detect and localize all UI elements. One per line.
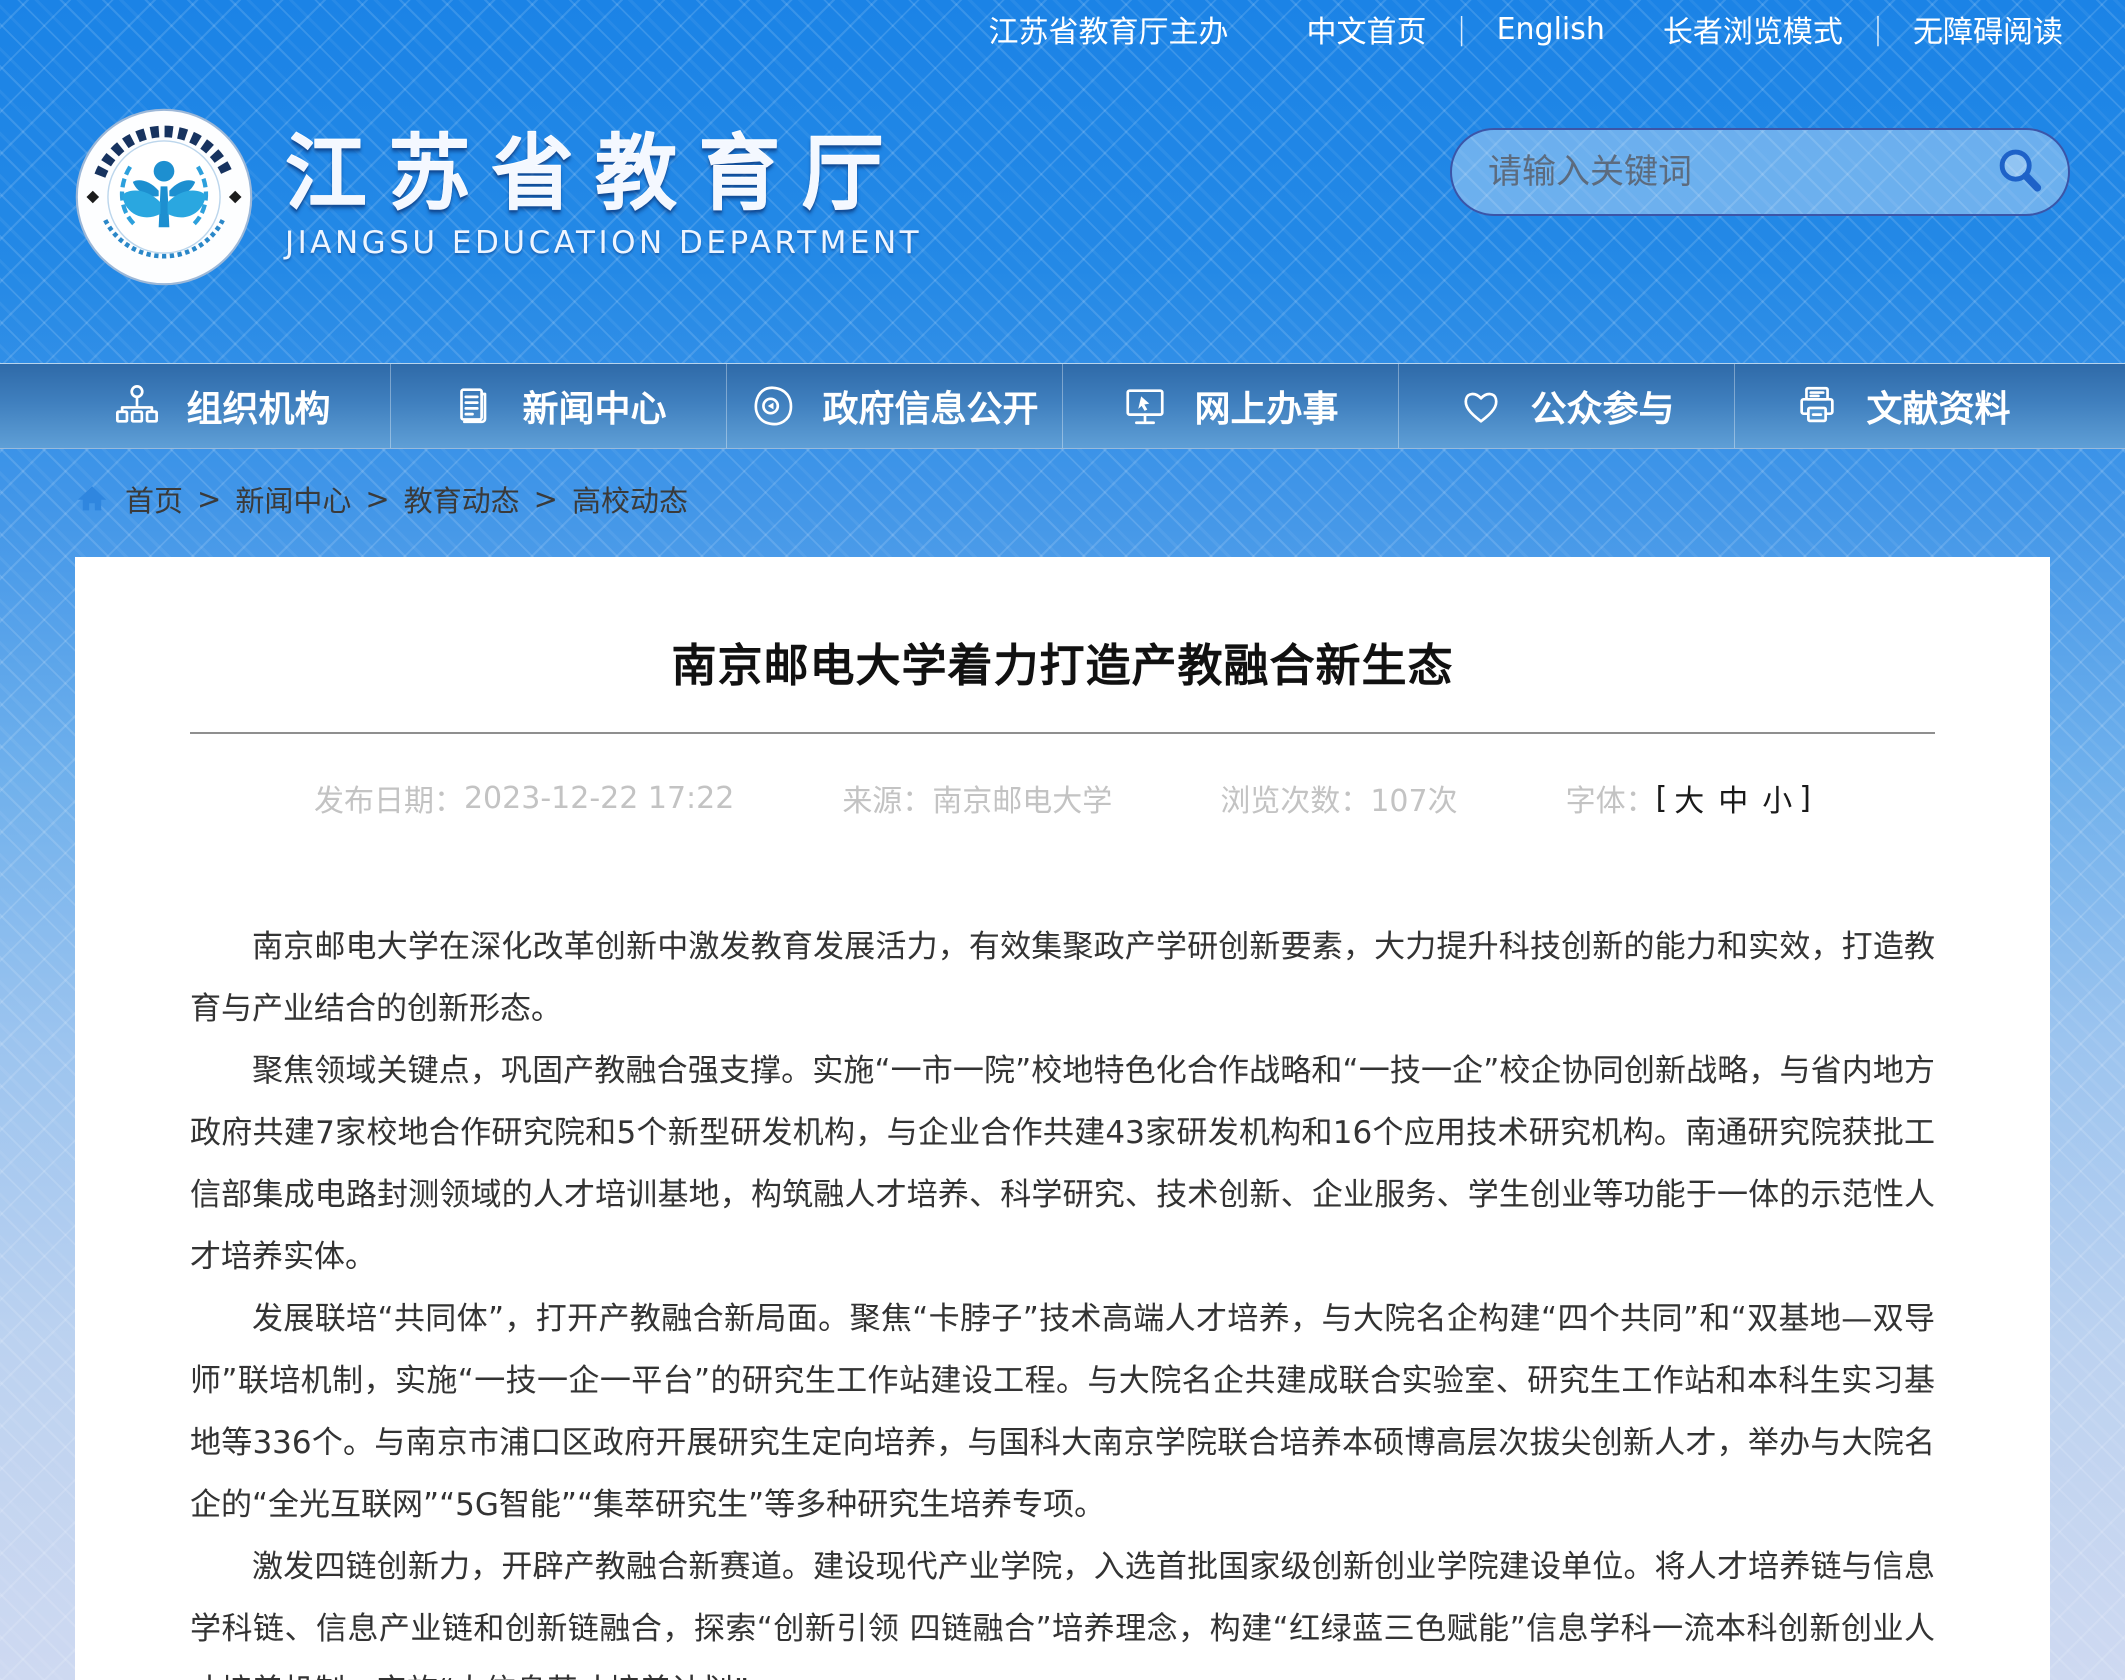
source-value: 南京邮电大学 [932, 776, 1112, 820]
nav-item-organization[interactable]: 组织机构 [55, 364, 391, 448]
breadcrumb-item-education-news[interactable]: 教育动态 [404, 478, 520, 520]
font-size-large-button[interactable]: 大 [1674, 776, 1704, 820]
publish-date-label: 发布日期： [314, 776, 464, 820]
article-paragraph: 聚焦领域关键点，巩固产教融合强支撑。实施“一市一院”校地特色化合作战略和“一技一… [190, 1040, 1935, 1288]
article-paragraph: 南京邮电大学在深化改革创新中激发教育发展活力，有效集聚政产学研创新要素，大力提升… [190, 916, 1935, 1040]
breadcrumb-item-university-news[interactable]: 高校动态 [572, 478, 688, 520]
top-utility-bar: 江苏省教育厅主办 中文首页 | English 长者浏览模式 | 无障碍阅读 [0, 0, 2125, 48]
brand-block: 江苏省教育厅 JIANGSU EDUCATION DEPARTMENT [285, 130, 922, 260]
article-paragraph: 激发四链创新力，开辟产教融合新赛道。建设现代产业学院，入选首批国家级创新创业学院… [190, 1536, 1935, 1680]
search-input[interactable] [1488, 152, 1992, 192]
search-icon [1994, 185, 2046, 200]
search-button[interactable] [1992, 144, 2048, 200]
news-doc-icon [450, 383, 496, 429]
separator: | [1873, 12, 1883, 47]
nav-item-online-services[interactable]: 网上办事 [1063, 364, 1399, 448]
jiangsu-education-emblem-logo [75, 108, 253, 286]
nav-item-gov-info-disclosure[interactable]: 政府信息公开 [727, 364, 1063, 448]
site-header: 江苏省教育厅 JIANGSU EDUCATION DEPARTMENT [0, 48, 2125, 363]
article-card: 南京邮电大学着力打造产教融合新生态 发布日期： 2023-12-22 17:22… [75, 557, 2050, 1680]
article-paragraph: 发展联培“共同体”，打开产教融合新局面。聚焦“卡脖子”技术高端人才培养，与大院名… [190, 1288, 1935, 1536]
source: 来源： 南京邮电大学 [842, 776, 1112, 820]
font-size-small-button[interactable]: 小 [1762, 776, 1792, 820]
english-link[interactable]: English [1497, 12, 1605, 47]
source-label: 来源： [842, 776, 932, 820]
breadcrumb-separator: > [534, 482, 558, 516]
article-meta: 发布日期： 2023-12-22 17:22 来源： 南京邮电大学 浏览次数： … [190, 776, 1935, 820]
elder-mode-link[interactable]: 长者浏览模式 [1663, 7, 1843, 51]
nav-item-documents[interactable]: 文献资料 [1735, 364, 2070, 448]
title-divider [190, 732, 1935, 734]
article-title: 南京邮电大学着力打造产教融合新生态 [190, 629, 1935, 694]
search-box [1450, 128, 2070, 216]
publish-date-value: 2023-12-22 17:22 [464, 781, 734, 816]
breadcrumb: 首页 > 新闻中心 > 教育动态 > 高校动态 [75, 477, 2125, 521]
sponsor-link[interactable]: 江苏省教育厅主办 [988, 7, 1228, 51]
nav-item-news-center[interactable]: 新闻中心 [391, 364, 727, 448]
view-count-value: 107次 [1370, 776, 1457, 820]
chinese-home-link[interactable]: 中文首页 [1306, 7, 1426, 51]
publish-date: 发布日期： 2023-12-22 17:22 [314, 776, 734, 820]
home-icon[interactable] [75, 482, 109, 516]
nav-label: 新闻中心 [522, 380, 666, 432]
top-links-right-group: 长者浏览模式 | 无障碍阅读 [1663, 7, 2063, 51]
view-count-label: 浏览次数： [1220, 776, 1370, 820]
nav-label: 网上办事 [1194, 380, 1338, 432]
breadcrumb-separator: > [365, 482, 389, 516]
separator: | [1456, 12, 1466, 47]
article-body: 南京邮电大学在深化改革创新中激发教育发展活力，有效集聚政产学研创新要素，大力提升… [190, 916, 1935, 1680]
org-chart-icon [114, 383, 160, 429]
view-count: 浏览次数： 107次 [1220, 776, 1457, 820]
font-size-medium-button[interactable]: 中 [1718, 776, 1748, 820]
breadcrumb-item-news-center[interactable]: 新闻中心 [235, 478, 351, 520]
top-links-left-group: 中文首页 | English [1306, 7, 1604, 51]
nav-label: 政府信息公开 [822, 380, 1038, 432]
breadcrumb-separator: > [197, 482, 221, 516]
nav-label: 文献资料 [1866, 380, 2010, 432]
info-disclosure-icon [750, 383, 796, 429]
font-size-label: 字体： [1566, 776, 1656, 820]
archive-printer-icon [1794, 383, 1840, 429]
heart-icon [1458, 383, 1504, 429]
bracket-open: [ [1656, 781, 1668, 816]
site-subtitle: JIANGSU EDUCATION DEPARTMENT [285, 225, 922, 261]
nav-item-public-participation[interactable]: 公众参与 [1399, 364, 1735, 448]
breadcrumb-item-home[interactable]: 首页 [125, 478, 183, 520]
font-size-controls: 字体： [ 大 中 小 ] [1566, 776, 1811, 820]
nav-label: 组织机构 [186, 380, 330, 432]
nav-label: 公众参与 [1530, 380, 1674, 432]
bracket-close: ] [1799, 781, 1811, 816]
online-services-icon [1122, 383, 1168, 429]
accessibility-link[interactable]: 无障碍阅读 [1913, 7, 2063, 51]
main-navigation: 组织机构 新闻中心 政府信息公开 [0, 363, 2125, 449]
site-title: 江苏省教育厅 [285, 130, 922, 220]
